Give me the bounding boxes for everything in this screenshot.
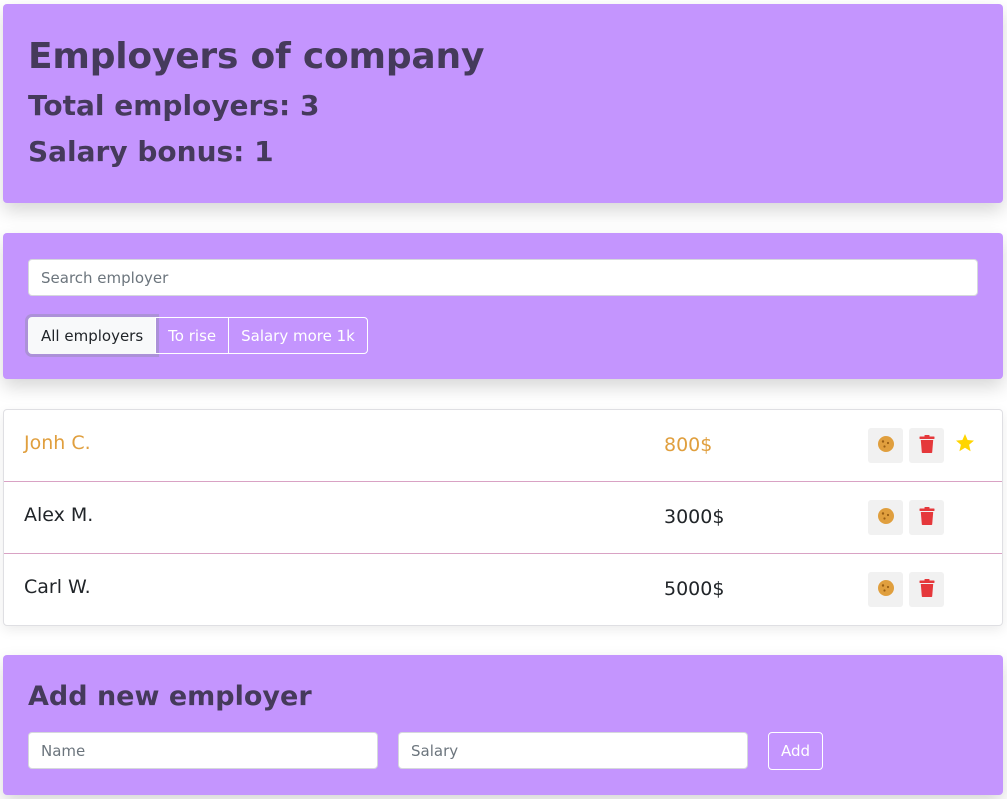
trash-icon [919, 506, 935, 529]
employee-row: Carl W. [4, 554, 1002, 626]
employee-salary-input[interactable] [664, 578, 774, 600]
employee-list: Jonh C. Alex M. [3, 409, 1003, 626]
salary-input[interactable] [398, 732, 748, 769]
delete-button[interactable] [909, 572, 944, 607]
filter-rise-button[interactable]: To rise [155, 317, 230, 354]
filter-group: All employers To rise Salary more 1k [28, 317, 978, 354]
cookie-icon [877, 507, 895, 529]
employee-salary-input[interactable] [664, 506, 774, 528]
increase-button[interactable] [868, 572, 903, 607]
increase-button[interactable] [868, 428, 903, 463]
app-info-panel: Employers of company Total employers: 3 … [3, 4, 1003, 203]
add-employer-panel: Add new employer Add [3, 655, 1003, 795]
employee-name[interactable]: Carl W. [24, 576, 91, 598]
salary-bonus-count: Salary bonus: 1 [28, 135, 274, 168]
add-button[interactable]: Add [768, 732, 824, 770]
search-panel: All employers To rise Salary more 1k [3, 233, 1003, 379]
cookie-icon [877, 579, 895, 601]
add-form: Add [28, 732, 978, 770]
employee-name[interactable]: Jonh C. [24, 432, 91, 454]
total-employers-count: Total employers: 3 [28, 89, 320, 122]
page-title: Employers of company [28, 36, 485, 77]
trash-icon [919, 578, 935, 601]
filter-all-button[interactable]: All employers [28, 317, 157, 354]
employee-salary-input[interactable] [664, 434, 774, 456]
trash-icon [919, 434, 935, 457]
name-input[interactable] [28, 732, 378, 769]
rise-star [954, 434, 976, 456]
cookie-icon [877, 435, 895, 457]
search-input[interactable] [28, 259, 978, 296]
delete-button[interactable] [909, 428, 944, 463]
employee-row: Jonh C. [4, 410, 1002, 482]
increase-button[interactable] [868, 500, 903, 535]
employee-name[interactable]: Alex M. [24, 504, 93, 526]
star-icon [955, 433, 975, 457]
employee-row: Alex M. [4, 482, 1002, 554]
add-form-title: Add new employer [28, 681, 312, 712]
delete-button[interactable] [909, 500, 944, 535]
filter-salary-button[interactable]: Salary more 1k [228, 317, 368, 354]
